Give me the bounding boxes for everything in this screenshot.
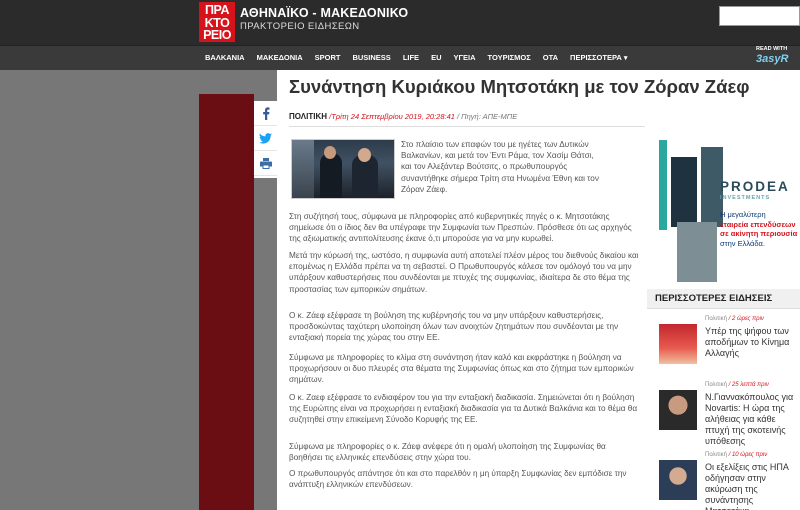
news-thumbnail[interactable]: [659, 324, 697, 364]
article-meta: ΠΟΛΙΤΙΚΗ /Τρίτη 24 Σεπτεμβρίου 2019, 20:…: [289, 112, 517, 121]
brand-name[interactable]: ΑΘΗΝΑΪΚΟ - ΜΑΚΕΔΟΝΙΚΟ: [240, 6, 408, 20]
intro-line: συναντήθηκε σήμερα Τρίτη στα Ηνωμένα Έθν…: [401, 173, 599, 183]
article-source: / Πηγή: ΑΠΕ-ΜΠΕ: [457, 112, 518, 121]
news-meta: Πολιτική / 10 ώρες πριν: [705, 452, 768, 458]
printer-icon: [259, 158, 272, 170]
chevron-down-icon: ▾: [623, 55, 628, 62]
twitter-share-button[interactable]: [254, 126, 277, 151]
news-title[interactable]: Υπέρ της ψήφου των αποδήμων το Κίνημα Αλ…: [705, 326, 800, 359]
news-meta: Πολιτική / 25 λεπτά πριν: [705, 382, 769, 388]
easyr-logo: 3asyR: [756, 53, 789, 65]
side-banner: [199, 94, 254, 510]
article-paragraph: Ο πρωθυπουργός απάντησε ότι και στο παρε…: [289, 469, 627, 490]
news-meta: Πολιτική / 2 ώρες πριν: [705, 316, 764, 322]
twitter-icon: [259, 133, 272, 144]
article-container: Συνάντηση Κυριάκου Μητσοτάκη με τον Ζόρα…: [277, 70, 800, 510]
intro-line: Στο πλαίσιο των επαφών του με ηγέτες των…: [401, 140, 589, 149]
logo-text: ΠΡΑ ΚΤΟ ΡΕΙΟ: [203, 3, 231, 42]
ad-brand: PRODEA: [720, 179, 790, 194]
ad-brand-sub: INVESTMENTS: [720, 195, 771, 201]
prodea-ad-banner[interactable]: PRODEA INVESTMENTS Η μεγαλύτερη εταιρεία…: [647, 137, 800, 287]
nav-item-0[interactable]: ΒΑΛΚΑΝΙΑ: [199, 46, 251, 71]
nav-item-8[interactable]: ΟΤΑ: [537, 46, 564, 71]
site-logo[interactable]: ΠΡΑ ΚΤΟ ΡΕΙΟ: [199, 2, 235, 42]
news-thumbnail[interactable]: [659, 460, 697, 500]
article-title: Συνάντηση Κυριάκου Μητσοτάκη με τον Ζόρα…: [289, 76, 750, 97]
news-item[interactable]: Πολιτική / 2 ώρες πριν Υπέρ της ψήφου των…: [647, 316, 800, 378]
main-nav: ΒΑΛΚΑΝΙΑ ΜΑΚΕΔΟΝΙΑ SPORT BUSINESS LIFE EU ΥΓΕΙ…: [0, 45, 800, 70]
article-paragraph: Σύμφωνα με πληροφορίες το κλίμα στη συνά…: [289, 353, 634, 385]
nav-item-7[interactable]: ΤΟΥΡΙΣΜΟΣ: [482, 46, 537, 71]
share-bar: [254, 101, 277, 178]
facebook-icon: [262, 107, 269, 121]
nav-item-9[interactable]: ΠΕΡΙΣΣΟΤΕΡΑ ▾: [564, 46, 633, 71]
news-title[interactable]: Οι εξελίξεις στις ΗΠΑ οδήγησαν στην ακύρ…: [705, 462, 800, 510]
article-paragraph: Ο κ. Ζαεφ εξέφρασε το ενδιαφέρον του για…: [289, 393, 638, 425]
facebook-share-button[interactable]: [254, 101, 277, 126]
intro-line: Ζόραν Ζάεφ.: [401, 184, 448, 194]
article-category[interactable]: ΠΟΛΙΤΙΚΗ: [289, 112, 327, 121]
nav-item-4[interactable]: LIFE: [397, 46, 425, 71]
nav-item-5[interactable]: EU: [425, 46, 447, 71]
article-date: /Τρίτη 24 Σεπτεμβρίου 2019, 20:28:41: [329, 112, 455, 121]
article-paragraph: Ο κ. Ζάεφ εξέφρασε τη βούληση της κυβέρν…: [289, 311, 619, 343]
site-header: ΠΡΑ ΚΤΟ ΡΕΙΟ ΑΘΗΝΑΪΚΟ - ΜΑΚΕΔΟΝΙΚΟ ΠΡΑΚΤ…: [0, 0, 800, 45]
print-button[interactable]: [254, 151, 277, 176]
article-paragraph: Στη συζήτησή τους, σύμφωνα με πληροφορίε…: [289, 212, 632, 244]
nav-item-3[interactable]: BUSINESS: [346, 46, 396, 71]
news-item[interactable]: Πολιτική / 25 λεπτά πριν Ν.Γιαννακόπουλος…: [647, 382, 800, 447]
news-thumbnail[interactable]: [659, 390, 697, 430]
search-input[interactable]: [719, 6, 800, 26]
read-with-label: READ WITH: [756, 46, 788, 52]
intro-line: Βαλκανίων, και μετά τον Έντι Ράμα, τον Χ…: [401, 151, 594, 161]
article-paragraph: Σύμφωνα με πληροφορίες ο κ. Ζάεφ ανέφερε…: [289, 442, 606, 463]
meta-divider: [289, 126, 645, 127]
popular-news-heading: ΠΕΡΙΣΣΟΤΕΡΕΣ ΕΙΔΗΣΕΙΣ: [647, 289, 800, 309]
nav-item-6[interactable]: ΥΓΕΙΑ: [447, 46, 481, 71]
brand-subtitle: ΠΡΑΚΤΟΡΕΙΟ ΕΙΔΗΣΕΩΝ: [240, 21, 360, 32]
read-with-widget[interactable]: READ WITH 3asyR: [756, 46, 788, 65]
ad-text: Η μεγαλύτερη εταιρεία επενδύσεων σε ακίν…: [720, 210, 798, 248]
nav-item-2[interactable]: SPORT: [309, 46, 347, 71]
article-photo[interactable]: [291, 139, 395, 199]
intro-line: και τον Αλεξάντερ Βούτσιτς, ο πρωθυπουργ…: [401, 162, 568, 172]
news-title[interactable]: Ν.Γιαννακόπουλος για Novartis: Η ώρα της…: [705, 392, 800, 447]
nav-item-1[interactable]: ΜΑΚΕΔΟΝΙΑ: [251, 46, 309, 71]
news-item[interactable]: Πολιτική / 10 ώρες πριν Οι εξελίξεις στις…: [647, 452, 800, 510]
article-paragraph: Μετά την κύρωσή της, ωστόσο, η συμφωνία …: [289, 251, 639, 294]
